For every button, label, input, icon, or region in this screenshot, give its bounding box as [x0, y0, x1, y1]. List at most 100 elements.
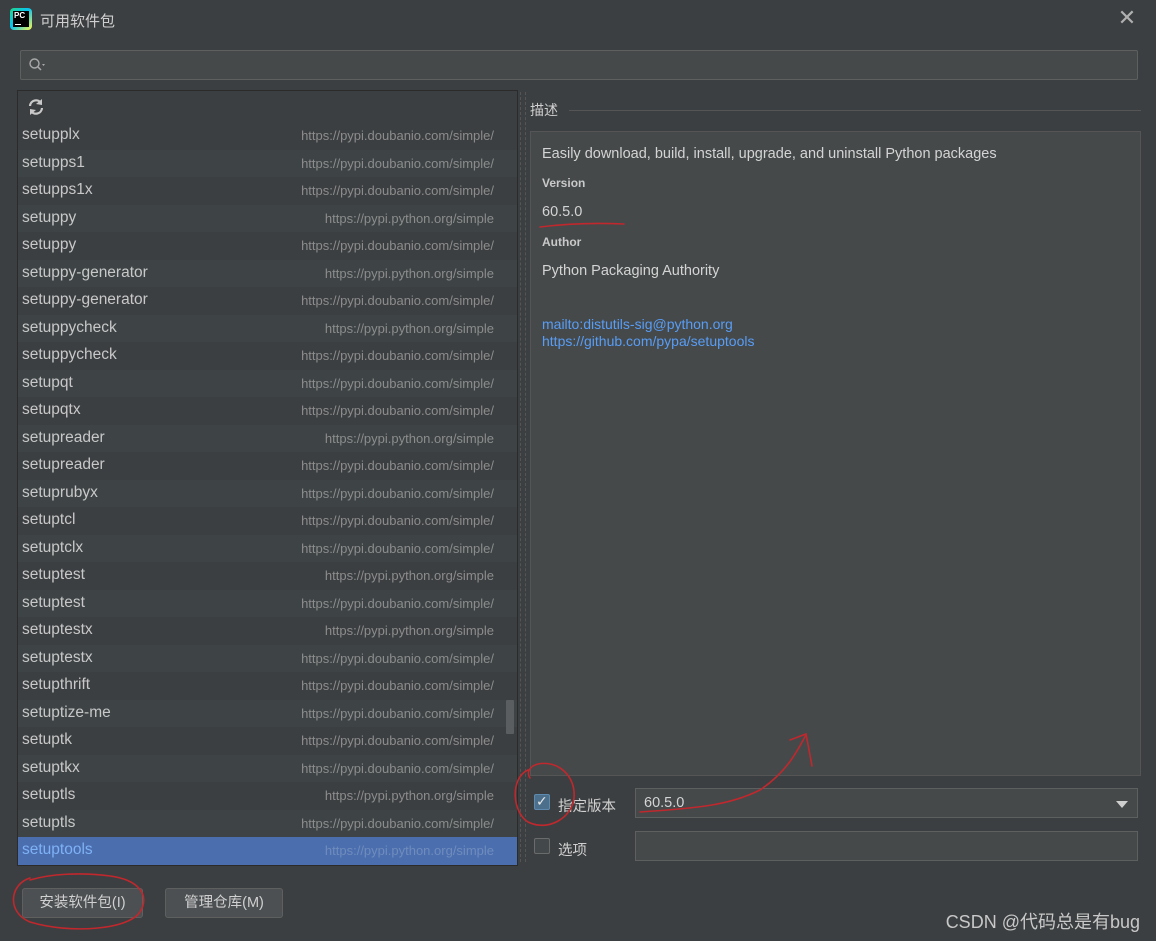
package-row[interactable]: setuptest https://pypi.python.org/simple — [18, 562, 517, 590]
install-package-button[interactable]: 安装软件包(I) — [22, 888, 143, 918]
scrollbar-thumb[interactable] — [506, 700, 514, 734]
scrollbar[interactable] — [504, 122, 516, 863]
package-name: setupthrift — [22, 676, 91, 693]
package-repo-url: https://pypi.doubanio.com/simple/ — [301, 348, 494, 363]
package-name: setuppy-generator — [22, 291, 148, 308]
title-bar: PC 可用软件包 ✕ — [0, 0, 1156, 38]
options-checkbox[interactable] — [534, 838, 550, 854]
package-name: setuppy-generator — [22, 263, 148, 281]
package-repo-url: https://pypi.doubanio.com/simple/ — [301, 733, 494, 748]
package-name: setuptestx — [22, 648, 93, 666]
package-row[interactable]: setuppy-generator https://pypi.doubanio.c… — [18, 287, 517, 315]
package-name: setuppy — [22, 236, 77, 253]
package-row[interactable]: setuptk https://pypi.doubanio.com/simple/ — [18, 727, 517, 755]
package-repo-url: https://pypi.doubanio.com/simple/ — [301, 485, 494, 501]
author-label: Author — [542, 235, 582, 249]
description-panel: Easily download, build, install, upgrade… — [530, 131, 1141, 776]
specify-version-checkbox[interactable]: ✓ — [534, 793, 550, 810]
package-name: setupps1x — [22, 181, 93, 198]
package-name: setuprubyx — [22, 483, 98, 501]
package-name: setuptools — [22, 841, 93, 858]
package-row[interactable]: setuppycheck https://pypi.doubanio.com/si… — [18, 342, 517, 370]
checkmark-icon: ✓ — [536, 793, 548, 809]
package-row[interactable]: setupthrift https://pypi.doubanio.com/sim… — [18, 672, 517, 700]
version-value: 60.5.0 — [542, 204, 583, 220]
package-row[interactable]: setupreader https://pypi.python.org/simpl… — [18, 424, 517, 452]
panel-splitter[interactable] — [520, 92, 526, 862]
package-repo-url: https://pypi.doubanio.com/simple/ — [301, 540, 494, 556]
description-divider — [569, 110, 1141, 111]
package-row[interactable]: setupps1x https://pypi.doubanio.com/simpl… — [18, 177, 517, 205]
chevron-down-icon — [1116, 801, 1128, 808]
package-row[interactable]: setuptestx https://pypi.doubanio.com/simp… — [18, 644, 517, 672]
close-button[interactable]: ✕ — [1116, 7, 1138, 30]
package-repo-url: https://pypi.python.org/simple — [324, 430, 494, 446]
package-name: setuppycheck — [22, 318, 117, 336]
pycharm-logo-icon: PC — [10, 8, 32, 30]
package-name: setuptize-me — [22, 703, 111, 721]
package-row[interactable]: setupqt https://pypi.doubanio.com/simple/ — [18, 369, 517, 397]
package-name: setupqt — [22, 373, 73, 391]
options-label[interactable]: 选项 — [558, 839, 587, 860]
specify-version-label[interactable]: 指定版本 — [558, 795, 616, 816]
package-row[interactable]: setuptls https://pypi.python.org/simple — [18, 782, 517, 810]
package-repo-url: https://pypi.doubanio.com/simple/ — [301, 815, 494, 831]
package-summary: Easily download, build, install, upgrade… — [542, 146, 997, 162]
package-row[interactable]: setuppy https://pypi.python.org/simple — [18, 204, 517, 232]
package-name: setuppy — [22, 208, 77, 226]
package-repo-url: https://pypi.python.org/simple — [324, 210, 494, 226]
package-row[interactable]: setuptize-me https://pypi.doubanio.com/si… — [18, 699, 517, 727]
search-input[interactable] — [51, 53, 1125, 77]
package-row[interactable]: setuptls https://pypi.doubanio.com/simple… — [18, 809, 517, 837]
refresh-icon[interactable] — [26, 97, 46, 117]
package-repo-url: https://pypi.doubanio.com/simple/ — [301, 155, 494, 171]
package-row[interactable]: setuppy https://pypi.doubanio.com/simple/ — [18, 232, 517, 260]
package-name: setuptest — [22, 593, 85, 611]
package-row[interactable]: setuppy-generator https://pypi.python.org… — [18, 259, 517, 287]
manage-repositories-button[interactable]: 管理仓库(M) — [165, 888, 283, 918]
package-name: setupqtx — [22, 401, 81, 418]
version-dropdown[interactable]: 60.5.0 — [635, 788, 1138, 818]
package-row[interactable]: setupqtx https://pypi.doubanio.com/simple… — [18, 397, 517, 425]
mailto-link[interactable]: mailto:distutils-sig@python.org — [542, 316, 733, 332]
window-title: 可用软件包 — [40, 13, 116, 30]
package-name: setupps1 — [22, 153, 85, 171]
package-repo-url: https://pypi.python.org/simple — [324, 265, 494, 281]
package-repo-url: https://pypi.doubanio.com/simple/ — [301, 375, 494, 391]
package-row[interactable]: setuptestx https://pypi.python.org/simple — [18, 617, 517, 645]
package-row[interactable]: setuptkx https://pypi.doubanio.com/simple… — [18, 754, 517, 782]
package-repo-url: https://pypi.doubanio.com/simple/ — [301, 513, 494, 528]
options-input[interactable] — [635, 831, 1138, 861]
package-repo-url: https://pypi.doubanio.com/simple/ — [301, 760, 494, 776]
package-row[interactable]: setuptcl https://pypi.doubanio.com/simple… — [18, 507, 517, 535]
package-repo-url: https://pypi.doubanio.com/simple/ — [301, 128, 494, 143]
package-repo-url: https://pypi.doubanio.com/simple/ — [301, 678, 494, 693]
package-row[interactable]: setuptest https://pypi.doubanio.com/simpl… — [18, 589, 517, 617]
package-row[interactable]: setuprubyx https://pypi.doubanio.com/simp… — [18, 479, 517, 507]
search-field[interactable] — [20, 50, 1138, 80]
package-row[interactable]: setupps1 https://pypi.doubanio.com/simple… — [18, 149, 517, 177]
github-link[interactable]: https://github.com/pypa/setuptools — [542, 333, 754, 349]
package-repo-url: https://pypi.python.org/simple — [324, 623, 494, 638]
package-name: setuptls — [22, 813, 76, 831]
list-toolbar — [18, 91, 517, 123]
description-header: 描述 — [530, 102, 558, 118]
package-name: setupreader — [22, 428, 105, 446]
watermark: CSDN @代码总是有bug — [945, 912, 1140, 932]
package-row[interactable]: setupreader https://pypi.doubanio.com/sim… — [18, 452, 517, 480]
package-list: setupplx https://pypi.doubanio.com/simple… — [18, 122, 517, 865]
package-name: setuppycheck — [22, 346, 117, 363]
package-row[interactable]: setupplx https://pypi.doubanio.com/simple… — [18, 122, 517, 150]
package-repo-url: https://pypi.doubanio.com/simple/ — [301, 458, 494, 473]
package-repo-url: https://pypi.python.org/simple — [324, 568, 494, 583]
package-name: setuptkx — [22, 758, 80, 776]
author-value: Python Packaging Authority — [542, 263, 720, 279]
package-repo-url: https://pypi.doubanio.com/simple/ — [301, 183, 494, 198]
package-row[interactable]: setuptclx https://pypi.doubanio.com/simpl… — [18, 534, 517, 562]
package-repo-url: https://pypi.python.org/simple — [324, 320, 494, 336]
package-row[interactable]: setuppycheck https://pypi.python.org/simp… — [18, 314, 517, 342]
package-repo-url: https://pypi.doubanio.com/simple/ — [301, 705, 494, 721]
package-row[interactable]: setuptools https://pypi.python.org/simple — [18, 837, 517, 865]
package-name: setupreader — [22, 456, 105, 473]
package-name: setuptls — [22, 786, 76, 803]
